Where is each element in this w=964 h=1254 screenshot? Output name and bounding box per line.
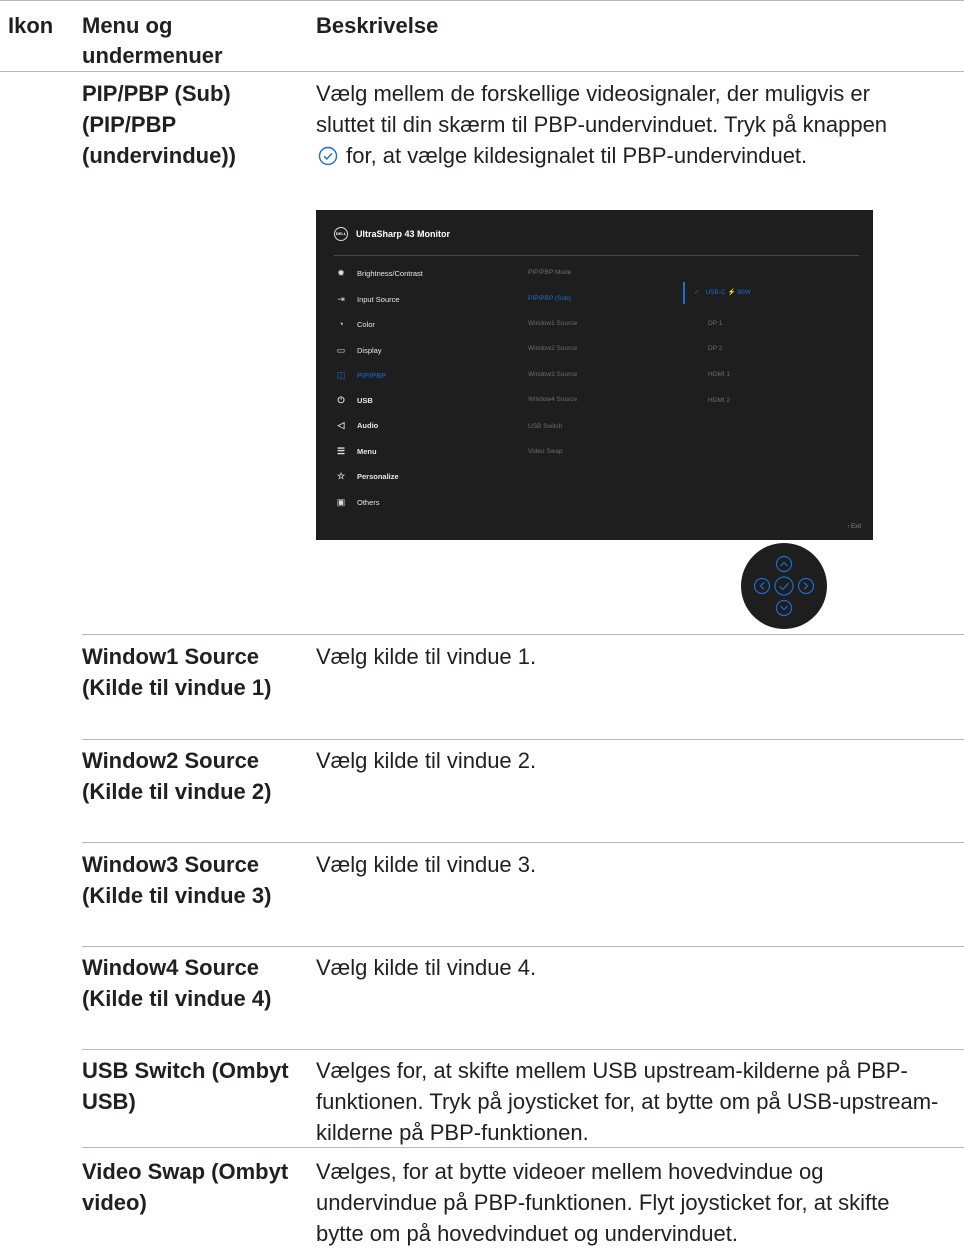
sun-icon: ✹ (337, 268, 345, 278)
osd-sub-item[interactable]: Window4 Source (528, 393, 577, 407)
row-description: Vælg mellem de forskellige videosignaler… (316, 78, 916, 171)
osd-sub-item[interactable]: USB Switch (528, 420, 562, 434)
osd-sub-item[interactable]: Window2 Source (528, 342, 577, 356)
header-icon: Ikon (8, 13, 54, 38)
row-description: Vælges for, at skifte mellem USB upstrea… (316, 1058, 939, 1145)
star-icon: ☆ (336, 471, 346, 481)
row-menu: Window1 Source (Kilde til vindue 1) (82, 644, 272, 700)
osd-item-brightness[interactable]: ✹ Brightness/Contrast (334, 266, 423, 280)
osd-exit[interactable]: ‹ Exit (847, 524, 861, 530)
osd-option[interactable]: HDMI 2 (708, 394, 730, 408)
desc-text: for, at vælge kildesignalet til PBP-unde… (346, 143, 808, 168)
row-menu: USB Switch (Ombyt USB) (82, 1058, 289, 1114)
header-description: Beskrivelse (316, 13, 439, 38)
osd-item-usb[interactable]: ⏻ USB (334, 393, 372, 407)
row-rule (82, 1049, 964, 1050)
osd-title: UltraSharp 43 Monitor (356, 229, 451, 239)
osd-selection-bar (683, 282, 685, 304)
osd-sub-item[interactable]: Window3 Source (528, 368, 577, 382)
row-menu: Window3 Source (Kilde til vindue 3) (82, 852, 272, 908)
osd-item-input[interactable]: ⇥ Input Source (334, 292, 399, 306)
row-description: Vælg kilde til vindue 2. (316, 748, 537, 773)
osd-option-selected[interactable]: ✓ USB-C ⚡ 90W (694, 286, 751, 300)
manual-page: Ikon Menu og undermenuer Beskrivelse PIP… (0, 0, 964, 1254)
osd-screenshot: DELL UltraSharp 43 Monitor ✹ Brightness/C… (316, 210, 873, 540)
osd-divider (334, 255, 859, 256)
osd-sub-item[interactable]: Window1 Source (528, 317, 577, 331)
osd-item-personalize[interactable]: ☆ Personalize (334, 469, 399, 483)
row-description: Vælg kilde til vindue 3. (316, 852, 537, 877)
pip-icon: ◫ (336, 370, 346, 380)
osd-item-menu[interactable]: ☰ Menu (334, 444, 377, 458)
row-description: Vælg kilde til vindue 1. (316, 644, 537, 669)
row-description: Vælges, for at bytte videoer mellem hove… (316, 1159, 890, 1246)
osd-item-audio[interactable]: ◁ Audio (334, 418, 379, 432)
joystick-icon (741, 543, 827, 629)
row-rule (82, 842, 964, 843)
osd-item-display[interactable]: ▭ Display (334, 343, 382, 357)
check-icon: ✓ (694, 289, 700, 296)
menu-icon: ☰ (336, 446, 346, 456)
osd-option[interactable]: DP 1 (708, 317, 722, 331)
monitor-icon: ▭ (336, 345, 346, 355)
osd-sub-item[interactable]: PIP/PBP Mode (528, 266, 571, 280)
row-menu: Video Swap (Ombyt video) (82, 1159, 289, 1215)
others-icon: ▣ (336, 497, 346, 507)
osd-item-pip[interactable]: ◫ PIP/PBP (334, 368, 386, 382)
osd-sub-item[interactable]: Video Swap (528, 445, 563, 459)
dell-logo: DELL (334, 227, 348, 241)
input-icon: ⇥ (337, 294, 345, 304)
osd-option[interactable]: HDMI 1 (708, 368, 730, 382)
header-menu: Menu og undermenuer (82, 13, 223, 68)
check-circle-icon (318, 146, 338, 166)
desc-text: Vælg mellem de forskellige videosignaler… (316, 81, 888, 137)
row-menu: PIP/PBP (Sub) (PIP/PBP (undervindue)) (82, 81, 236, 168)
row-menu: Window4 Source (Kilde til vindue 4) (82, 955, 272, 1011)
row-rule (82, 634, 964, 635)
row-description: Vælg kilde til vindue 4. (316, 955, 537, 980)
osd-item-others[interactable]: ▣ Others (334, 495, 380, 509)
header-rule (0, 71, 964, 72)
row-rule (82, 946, 964, 947)
osd-sub-item-selected[interactable]: PIP/PBP (Sub) (528, 292, 571, 306)
row-menu: Window2 Source (Kilde til vindue 2) (82, 748, 272, 804)
row-rule (82, 739, 964, 740)
table-top-rule (0, 0, 964, 1)
usb-icon: ⏻ (337, 395, 345, 405)
speaker-icon: ◁ (337, 420, 345, 430)
osd-option[interactable]: DP 2 (708, 342, 722, 356)
palette-icon: ◔ (338, 319, 344, 329)
osd-item-color[interactable]: ◔ Color (334, 317, 375, 331)
